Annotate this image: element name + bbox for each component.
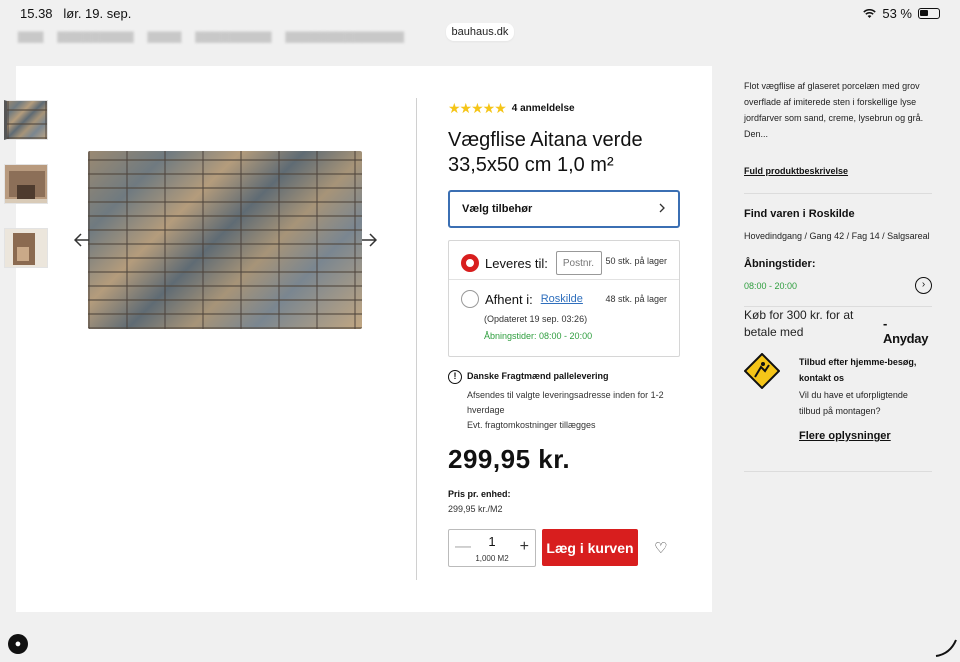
product-card: ★★★★★ 4 anmeldelse Vægflise Aitana verde… — [4, 66, 712, 612]
hours-value: 08:00 - 20:00 — [744, 281, 798, 291]
heart-icon[interactable]: ♡ — [654, 539, 667, 557]
product-description: Flot vægflise af glaseret porcelæn med g… — [744, 81, 924, 139]
quantity-stepper[interactable]: — 1 1,000 M2 + — [448, 529, 536, 567]
full-description-link[interactable]: Fuld produktbeskrivelse — [744, 166, 848, 176]
warning-sign-icon — [744, 353, 780, 389]
accessory-label: Vælg tilbehør — [462, 203, 533, 215]
find-store-title: Find varen i Roskilde — [744, 208, 855, 220]
battery-percent: 53 % — [882, 6, 912, 21]
divider — [744, 193, 932, 194]
pickup-stock: 48 stk. på lager — [605, 294, 667, 304]
unit-price: 299,95 kr./M2 — [448, 504, 503, 514]
pickup-radio[interactable] — [461, 290, 479, 308]
status-time: 15.38 lør. 19. sep. — [20, 6, 132, 21]
anyday-logo: -Anyday — [883, 316, 929, 346]
review-count: 4 anmeldelse — [511, 103, 575, 114]
plus-icon[interactable]: + — [520, 538, 529, 556]
postnr-input[interactable] — [555, 251, 602, 275]
deliver-label: Leveres til: — [485, 255, 548, 271]
status-right: 53 % — [863, 6, 940, 21]
more-info-link[interactable]: Flere oplysninger — [799, 430, 891, 442]
store-location: Hovedindgang / Gang 42 / Fag 14 / Salgsa… — [744, 231, 930, 241]
divider — [744, 471, 932, 472]
anyday-text: Køb for 300 kr. for at betale med — [744, 308, 854, 339]
separator — [449, 279, 679, 280]
chevron-right-icon — [658, 203, 666, 216]
delivery-options: Leveres til: 50 stk. på lager Afhent i: … — [448, 240, 680, 357]
choose-accessory-button[interactable]: Vælg tilbehør — [448, 190, 680, 228]
price: 299,95 kr. — [448, 444, 571, 474]
shipping-title: Danske Fragtmænd pallelevering — [467, 371, 609, 381]
divider — [416, 98, 417, 580]
delivery-radio[interactable] — [461, 254, 479, 272]
chevron-left-icon[interactable] — [73, 231, 90, 251]
pickup-label: Afhent i: — [485, 291, 533, 307]
shipping-line-2: Evt. fragtomkostninger tillægges — [467, 420, 596, 430]
offer-title: Tilbud efter hjemme-besøg, kontakt os — [799, 357, 917, 383]
thumbnail-1[interactable] — [4, 100, 48, 140]
breadcrumb: ▇▇▇ ▇▇▇▇▇▇▇▇▇ ▇▇▇▇ ▇▇▇▇▇▇▇▇▇ ▇▇▇▇▇▇▇▇▇▇▇▇▇▇ — [18, 31, 404, 43]
thumbnail-3[interactable] — [4, 228, 48, 268]
swipe-indicator-icon — [935, 639, 957, 657]
store-link[interactable]: Roskilde — [541, 293, 583, 305]
product-title: Vægflise Aitana verde 33,5x50 cm 1,0 m² — [448, 129, 643, 176]
stock-updated: (Opdateret 19 sep. 03:26) — [484, 314, 588, 324]
delivery-option[interactable]: Leveres til: — [461, 251, 602, 275]
battery-icon — [918, 8, 940, 19]
product-image — [88, 151, 362, 329]
deliver-stock: 50 stk. på lager — [605, 256, 667, 266]
chevron-right-icon[interactable] — [361, 231, 378, 251]
rating[interactable]: ★★★★★ 4 anmeldelse — [448, 100, 575, 117]
shipping-line-1: Afsendes til valgte leveringsadresse ind… — [467, 390, 664, 415]
unit-price-label: Pris pr. enhed: — [448, 489, 511, 499]
offer-text: Vil du have et uforpligtende tilbud på m… — [799, 390, 908, 416]
pickup-option[interactable]: Afhent i: Roskilde — [461, 290, 583, 308]
chevron-right-circle-icon[interactable]: › — [915, 277, 932, 294]
cookie-icon[interactable]: ● — [8, 634, 28, 654]
store-hours: Åbningstider: 08:00 - 20:00 — [484, 331, 593, 341]
url-bar[interactable]: bauhaus.dk — [446, 23, 514, 41]
info-icon: ! — [448, 370, 462, 384]
star-rating-icon: ★★★★★ — [448, 100, 507, 116]
hours-title: Åbningstider: — [744, 258, 816, 270]
thumbnail-2[interactable] — [4, 164, 48, 204]
wifi-icon — [863, 8, 877, 18]
add-to-cart-button[interactable]: Læg i kurven — [542, 529, 638, 566]
